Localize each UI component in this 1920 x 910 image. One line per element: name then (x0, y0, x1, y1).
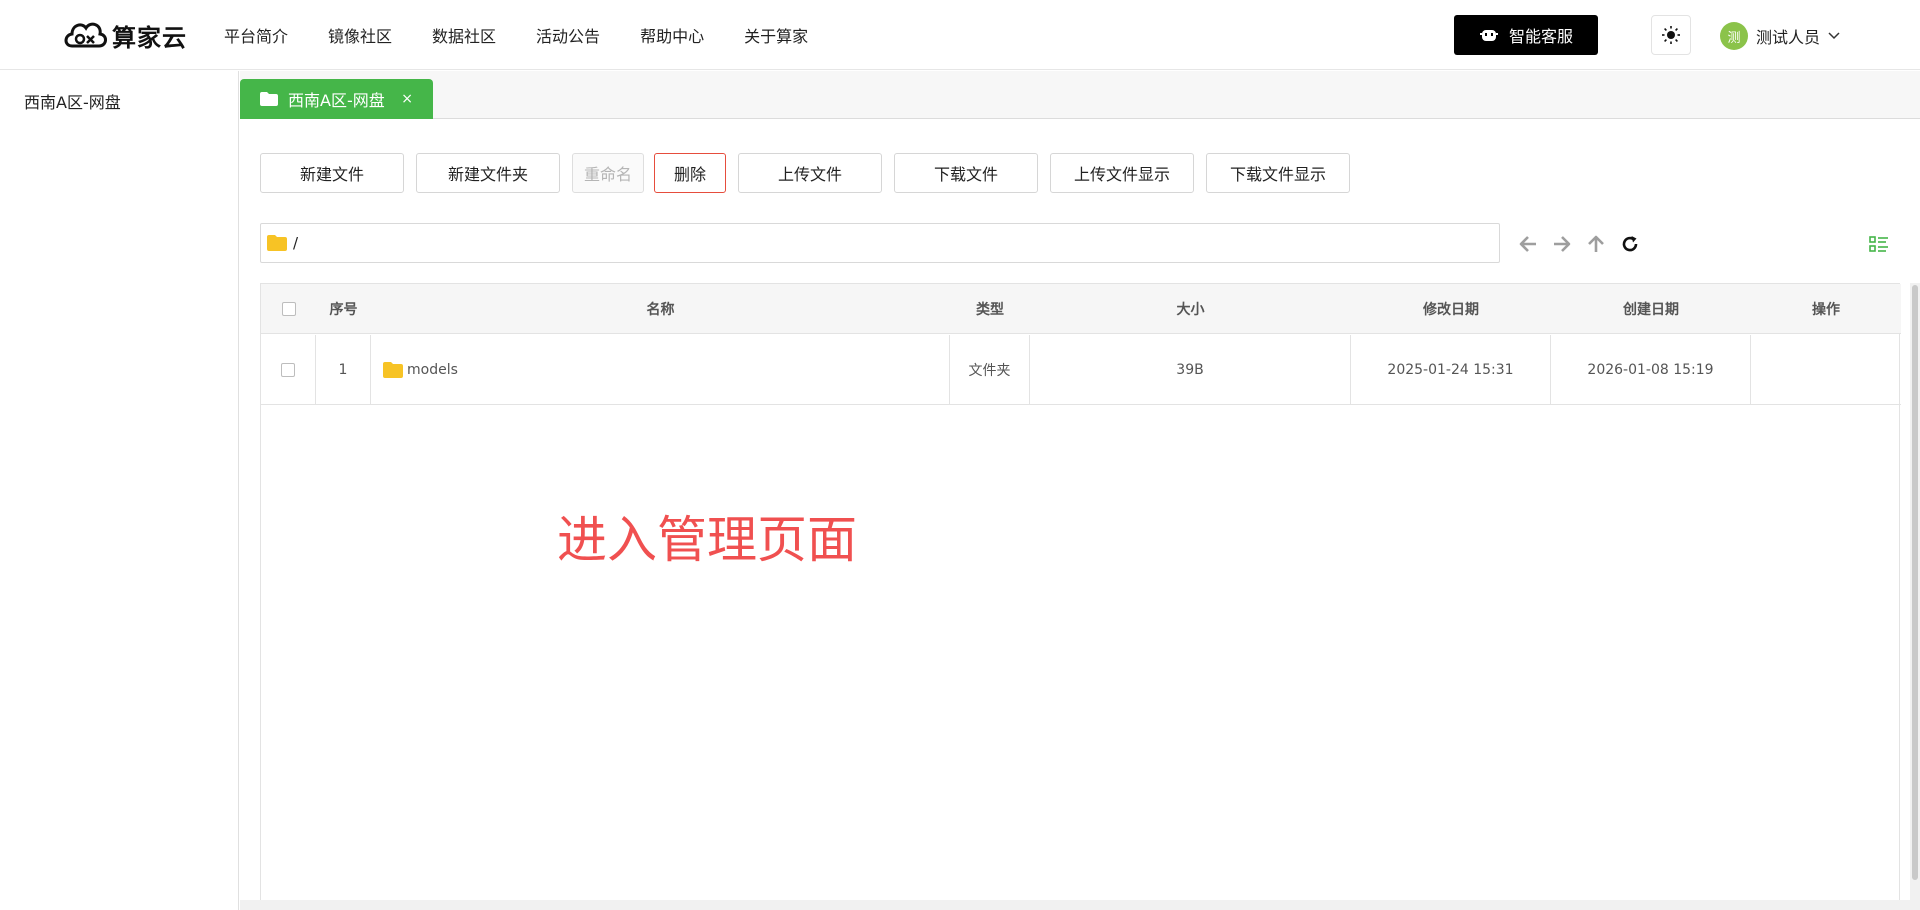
col-size[interactable]: 大小 (1030, 284, 1351, 334)
theme-toggle-button[interactable] (1651, 15, 1691, 55)
forward-arrow-icon[interactable] (1550, 232, 1574, 256)
nav-item-announcements[interactable]: 活动公告 (536, 23, 600, 47)
brand-logo[interactable]: 算家云 (62, 12, 187, 58)
scrollbar-thumb[interactable] (1912, 285, 1918, 880)
nav-item-about[interactable]: 关于算家 (744, 23, 808, 47)
annotation-overlay: 进入管理页面 (557, 511, 857, 569)
horizontal-scrollbar[interactable] (240, 900, 1910, 910)
col-type[interactable]: 类型 (950, 284, 1030, 334)
row-index: 1 (316, 335, 371, 405)
row-name[interactable]: models (407, 362, 458, 378)
cloud-logo-icon (64, 22, 107, 48)
folder-icon (267, 235, 287, 251)
delete-button[interactable]: 删除 (654, 153, 726, 193)
back-arrow-icon[interactable] (1516, 232, 1540, 256)
download-display-button[interactable]: 下载文件显示 (1206, 153, 1350, 193)
col-index: 序号 (329, 302, 358, 318)
refresh-icon[interactable] (1618, 232, 1642, 256)
download-file-button[interactable]: 下载文件 (894, 153, 1038, 193)
table-header: 序号 名称 类型 大小 修改日期 创建日期 操作 (261, 284, 1901, 334)
row-actions (1751, 335, 1901, 405)
nav-item-help-center[interactable]: 帮助中心 (640, 23, 704, 47)
rename-button[interactable]: 重命名 (572, 153, 644, 193)
sidebar: 西南A区-网盘 (0, 71, 239, 910)
smart-support-button[interactable]: 智能客服 (1454, 15, 1598, 55)
avatar: 测 (1720, 22, 1748, 50)
vertical-scrollbar[interactable] (1910, 283, 1920, 910)
top-header: 算家云 平台简介 镜像社区 数据社区 活动公告 帮助中心 关于算家 智能客服 测… (0, 0, 1920, 70)
col-modified[interactable]: 修改日期 (1351, 284, 1551, 334)
list-view-icon[interactable] (1868, 233, 1890, 255)
new-folder-button[interactable]: 新建文件夹 (416, 153, 560, 193)
col-created[interactable]: 创建日期 (1551, 284, 1751, 334)
select-all-cell (261, 284, 316, 334)
row-created: 2026-01-08 15:19 (1551, 335, 1751, 405)
row-name-cell[interactable]: models (371, 335, 950, 405)
main-nav: 平台简介 镜像社区 数据社区 活动公告 帮助中心 关于算家 (224, 0, 848, 70)
up-arrow-icon[interactable] (1584, 232, 1608, 256)
row-checkbox[interactable] (281, 363, 295, 377)
select-all-checkbox[interactable] (281, 302, 296, 316)
user-name: 测试人员 (1756, 28, 1821, 47)
upload-display-button[interactable]: 上传文件显示 (1050, 153, 1194, 193)
new-file-button[interactable]: 新建文件 (260, 153, 404, 193)
upload-file-button[interactable]: 上传文件 (738, 153, 882, 193)
tab-label: 西南A区-网盘 (288, 91, 385, 110)
tab-bar: 西南A区-网盘 × (240, 71, 1920, 119)
headset-icon (1479, 30, 1498, 41)
user-menu[interactable]: 测 测试人员 (1720, 22, 1840, 50)
tab-southwest-a-drive[interactable]: 西南A区-网盘 × (240, 79, 433, 119)
row-type: 文件夹 (950, 335, 1030, 405)
nav-item-image-community[interactable]: 镜像社区 (328, 23, 392, 47)
nav-item-data-community[interactable]: 数据社区 (432, 23, 496, 47)
sun-icon (1662, 26, 1680, 44)
row-size: 39B (1030, 335, 1351, 405)
file-table: 序号 名称 类型 大小 修改日期 创建日期 操作 1 models 文件夹 39… (260, 283, 1901, 910)
folder-icon (383, 362, 403, 378)
col-actions: 操作 (1812, 302, 1840, 318)
nav-item-platform-intro[interactable]: 平台简介 (224, 23, 288, 47)
sidebar-item-southwest-a-drive[interactable]: 西南A区-网盘 (24, 89, 121, 113)
chevron-down-icon (1828, 32, 1840, 40)
smart-support-label: 智能客服 (1508, 27, 1573, 46)
tab-close-icon[interactable]: × (401, 91, 413, 107)
path-value: / (293, 234, 299, 252)
table-row[interactable]: 1 models 文件夹 39B 2025-01-24 15:31 2026-0… (261, 335, 1901, 405)
col-name[interactable]: 名称 (371, 284, 950, 334)
row-select-cell (261, 335, 316, 405)
row-modified: 2025-01-24 15:31 (1351, 335, 1551, 405)
folder-icon (260, 92, 278, 106)
brand-name: 算家云 (112, 23, 187, 52)
path-input[interactable]: / (260, 223, 1500, 263)
